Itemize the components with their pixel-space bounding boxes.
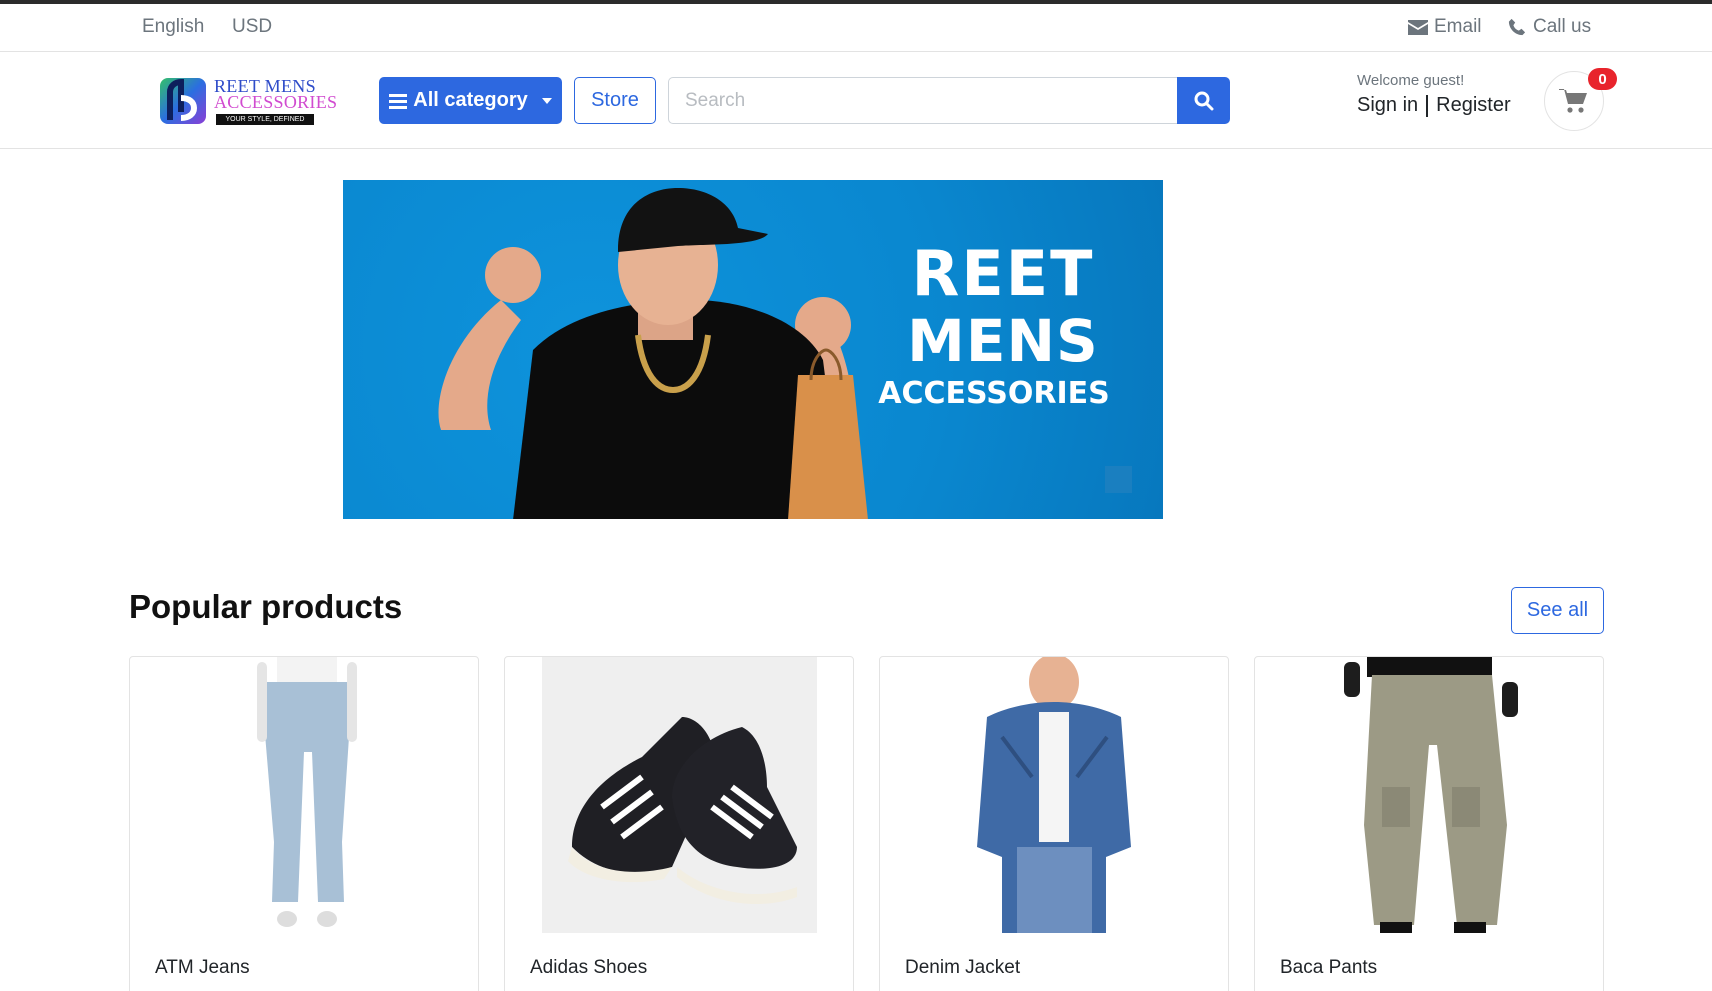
chevron-down-icon <box>541 97 552 104</box>
product-image <box>542 657 817 933</box>
all-category-label: All category <box>413 89 528 111</box>
product-image <box>917 657 1192 933</box>
product-card[interactable]: Baca Pants <box>1254 656 1604 991</box>
call-link[interactable]: Call us <box>1507 16 1591 38</box>
product-card[interactable]: Adidas Shoes <box>504 656 854 991</box>
shoes-image <box>568 717 797 905</box>
banner-line2: MENS <box>907 307 1099 375</box>
product-card[interactable]: ATM Jeans <box>129 656 479 991</box>
email-link[interactable]: Email <box>1408 16 1482 38</box>
banner-line3: ACCESSORIES <box>878 376 1110 411</box>
search-input[interactable] <box>668 77 1178 124</box>
envelope-icon <box>1408 20 1428 35</box>
jeans-image <box>257 657 357 927</box>
language-selector[interactable]: English <box>142 16 204 38</box>
product-card[interactable]: Denim Jacket <box>879 656 1229 991</box>
hero-banner[interactable]: REET MENS ACCESSORIES <box>343 180 1163 519</box>
utility-bar: English USD Email Call us <box>0 4 1712 52</box>
sign-in-link[interactable]: Sign in <box>1357 94 1418 117</box>
product-name[interactable]: ATM Jeans <box>155 957 250 979</box>
phone-icon <box>1508 18 1526 36</box>
jacket-image <box>977 657 1131 933</box>
auth-divider <box>1426 94 1429 117</box>
banner-decoration <box>1105 466 1132 493</box>
pants-image <box>1344 657 1518 933</box>
register-link[interactable]: Register <box>1436 94 1510 117</box>
see-all-button[interactable]: See all <box>1511 587 1604 634</box>
cart-count-badge: 0 <box>1588 68 1617 90</box>
logo-mark <box>160 78 206 124</box>
site-logo[interactable]: REET MENS ACCESSORIES YOUR STYLE, DEFINE… <box>158 74 337 129</box>
welcome-text: Welcome guest! <box>1357 72 1465 89</box>
store-button[interactable]: Store <box>574 77 656 124</box>
logo-tagline: YOUR STYLE, DEFINED <box>216 114 314 125</box>
product-name[interactable]: Baca Pants <box>1280 957 1377 979</box>
search-button[interactable] <box>1177 77 1230 124</box>
auth-links: Sign in Register <box>1357 94 1511 117</box>
menu-icon <box>389 93 408 109</box>
main-header: REET MENS ACCESSORIES YOUR STYLE, DEFINE… <box>0 52 1712 149</box>
banner-text: REET MENS ACCESSORIES <box>878 237 1123 414</box>
search-icon <box>1194 91 1213 110</box>
email-label: Email <box>1434 16 1482 37</box>
product-image <box>167 657 442 933</box>
banner-line1: REET <box>911 237 1095 310</box>
banner-model-image <box>438 188 868 519</box>
call-label: Call us <box>1533 16 1592 37</box>
currency-selector[interactable]: USD <box>232 16 272 38</box>
all-category-button[interactable]: All category <box>379 77 562 124</box>
product-name[interactable]: Adidas Shoes <box>530 957 647 979</box>
logo-text-line2: ACCESSORIES <box>214 92 338 112</box>
product-name[interactable]: Denim Jacket <box>905 957 1020 979</box>
cart-icon <box>1559 89 1587 113</box>
popular-products-title: Popular products <box>129 588 403 625</box>
product-image <box>1292 657 1567 933</box>
